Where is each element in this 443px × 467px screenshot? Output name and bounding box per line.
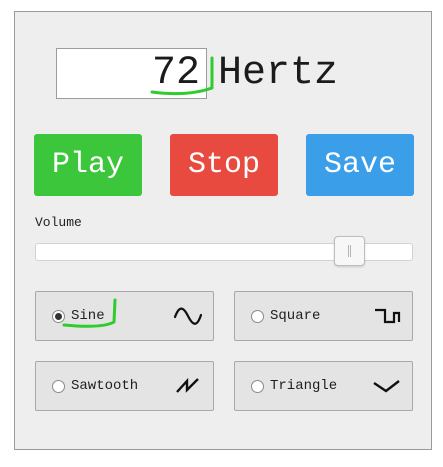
volume-label: Volume [35,215,82,230]
sine-wave-icon [173,307,203,325]
waveform-option-sawtooth[interactable]: Sawtooth [35,361,214,411]
waveform-option-square[interactable]: Square [234,291,413,341]
play-button[interactable]: Play [34,134,142,196]
frequency-input[interactable] [56,48,207,99]
volume-slider-thumb[interactable] [333,236,365,266]
sawtooth-radio[interactable] [52,380,65,393]
square-label: Square [270,308,321,324]
synth-panel: Hertz Play Stop Save Volume Sine Square … [14,11,432,450]
waveform-option-triangle[interactable]: Triangle [234,361,413,411]
waveform-option-sine[interactable]: Sine [35,291,214,341]
frequency-unit-label: Hertz [218,51,339,96]
square-wave-icon [375,308,401,324]
sine-radio[interactable] [52,310,65,323]
sawtooth-label: Sawtooth [71,378,139,394]
square-radio[interactable] [251,310,264,323]
save-button[interactable]: Save [306,134,414,196]
triangle-radio[interactable] [251,380,264,393]
sine-label: Sine [71,308,105,324]
triangle-wave-icon [373,380,400,393]
slider-grip-icon [347,245,351,257]
sawtooth-wave-icon [176,377,199,393]
stop-button[interactable]: Stop [170,134,278,196]
triangle-label: Triangle [270,378,338,394]
